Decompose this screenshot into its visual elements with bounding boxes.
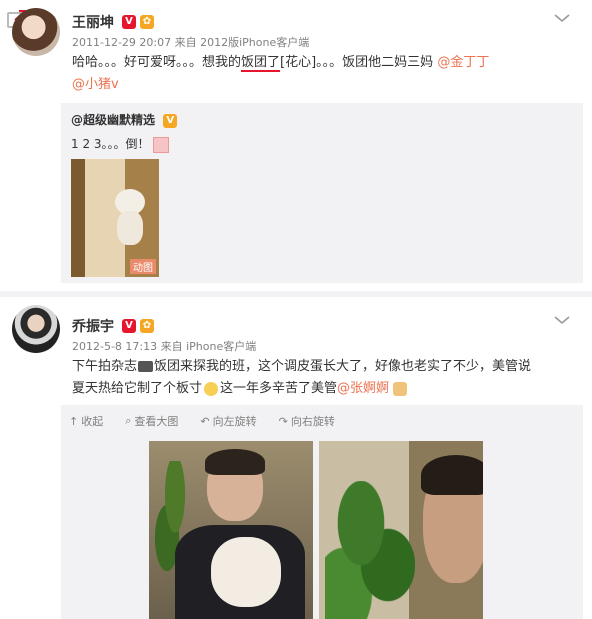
rotate-left-icon: ↶: [200, 414, 210, 428]
repost-card: @超级幽默精选 V 1 2 3。。。倒！ 动图: [61, 103, 583, 283]
post-meta: 2011-12-29 20:07 来自 2012版iPhone客户端: [72, 36, 310, 49]
rotate-left-button[interactable]: ↶ 向左旋转: [200, 413, 256, 429]
zoom-icon: ⌕: [125, 414, 132, 427]
post-text-b: 饭团来探我的班，这个调皮蛋长大了，好像也老实了不少，美管说: [154, 359, 532, 374]
avatar[interactable]: [12, 8, 60, 56]
chevron-down-icon[interactable]: [553, 310, 571, 329]
post-text-c: 夏天热给它制了个板寸: [72, 381, 203, 396]
gif-label: 动图: [130, 259, 156, 274]
rotate-right-icon: ↷: [278, 414, 288, 428]
repost-author[interactable]: @超级幽默精选: [71, 113, 155, 127]
dog: [211, 537, 281, 607]
post-text: 下午拍杂志 饭团来探我的班，这个调皮蛋长大了，好像也老实了不少，美管说 夏天热给它…: [72, 356, 577, 400]
mention-link[interactable]: @小猪v: [72, 77, 119, 92]
emoji-icon: [153, 136, 170, 153]
person-hair: [421, 455, 483, 495]
repost-author-row: @超级幽默精选 V: [71, 111, 178, 128]
gif-thumbnail[interactable]: 动图: [71, 159, 159, 277]
post-text-b: [花心]。。。饭团他二妈三妈: [280, 55, 438, 70]
vip-icon: ✿: [140, 318, 154, 333]
pray-icon: [393, 381, 408, 396]
avatar[interactable]: [12, 305, 60, 353]
post-text-underlined: 饭团了: [241, 55, 281, 72]
author-name[interactable]: 王丽坤: [72, 12, 114, 32]
arrow-up-icon: ↑: [69, 414, 79, 428]
post-text-a: 哈哈。。。好可爱呀。。。想我的: [72, 55, 242, 70]
post-text-a: 下午拍杂志: [72, 359, 138, 374]
collapse-label: 收起: [81, 415, 104, 428]
chevron-down-icon[interactable]: [553, 8, 571, 27]
plant-leaves: [325, 481, 415, 619]
photo[interactable]: [319, 441, 483, 619]
mention-link[interactable]: @金丁丁: [437, 55, 489, 70]
mention-link[interactable]: @张婀婀: [337, 381, 389, 396]
post-text-d: 这一年多辛苦了美管: [220, 381, 338, 396]
post-text: 哈哈。。。好可爱呀。。。想我的饭团了[花心]。。。饭团他二妈三妈 @金丁丁 @小…: [72, 52, 572, 96]
rotate-left-label: 向左旋转: [212, 415, 257, 428]
person-hair: [205, 449, 265, 475]
camera-icon: [138, 361, 154, 372]
rotate-right-label: 向右旋转: [290, 415, 335, 428]
rotate-right-button[interactable]: ↷ 向右旋转: [279, 413, 335, 429]
emoji-icon: [204, 381, 219, 396]
verified-badges: V ✿: [118, 11, 154, 30]
vip-icon: ✿: [140, 14, 154, 29]
verified-v-icon: V: [122, 14, 136, 29]
view-large-label: 查看大图: [134, 415, 179, 428]
author-name[interactable]: 乔振宇: [72, 316, 114, 336]
verified-badges: V ✿: [118, 315, 154, 334]
verified-v-icon: V: [122, 318, 136, 333]
repost-text-content: 1 2 3。。。倒！: [71, 137, 150, 151]
dog-body: [117, 211, 143, 245]
verified-v-icon: V: [163, 113, 178, 128]
repost-text: 1 2 3。。。倒！: [71, 135, 170, 153]
view-large-button[interactable]: ⌕ 查看大图: [125, 413, 178, 429]
media-toolbar: ↑ 收起 ⌕ 查看大图 ↶ 向左旋转 ↷ 向右旋转: [69, 413, 335, 429]
collapse-button[interactable]: ↑ 收起: [69, 413, 103, 429]
media-viewer: ↑ 收起 ⌕ 查看大图 ↶ 向左旋转 ↷ 向右旋转: [61, 405, 583, 619]
divider: [0, 291, 592, 297]
post-meta: 2012-5-8 17:13 来自 iPhone客户端: [72, 340, 257, 353]
photo[interactable]: [149, 441, 313, 619]
